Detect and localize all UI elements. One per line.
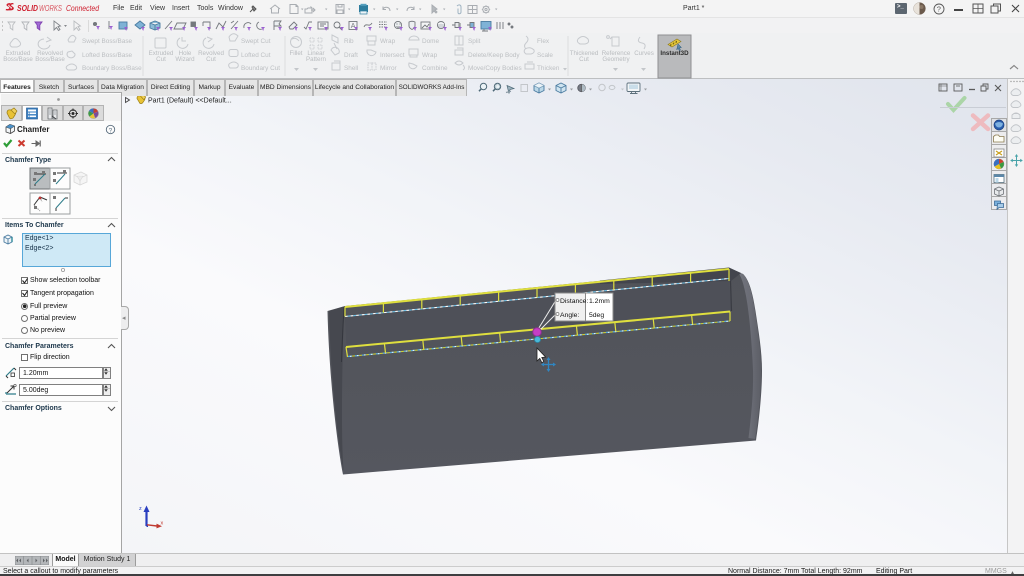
svg-text:?: ? — [109, 127, 113, 134]
svg-text:Connected: Connected — [66, 4, 99, 13]
svg-text:Distance:: Distance: — [560, 298, 588, 305]
svg-text:z: z — [139, 506, 142, 512]
svg-text:WORKS: WORKS — [39, 4, 63, 13]
svg-text:x: x — [161, 521, 164, 527]
svg-text:?: ? — [937, 5, 941, 14]
svg-text:5deg: 5deg — [589, 312, 604, 319]
svg-text:Part1 (Default) <<Default...: Part1 (Default) <<Default... — [148, 98, 232, 105]
svg-text:1.2mm: 1.2mm — [589, 298, 610, 305]
svg-text:SOLID: SOLID — [17, 4, 38, 13]
svg-text:Angle:: Angle: — [560, 312, 579, 319]
svg-text:A: A — [351, 23, 356, 30]
